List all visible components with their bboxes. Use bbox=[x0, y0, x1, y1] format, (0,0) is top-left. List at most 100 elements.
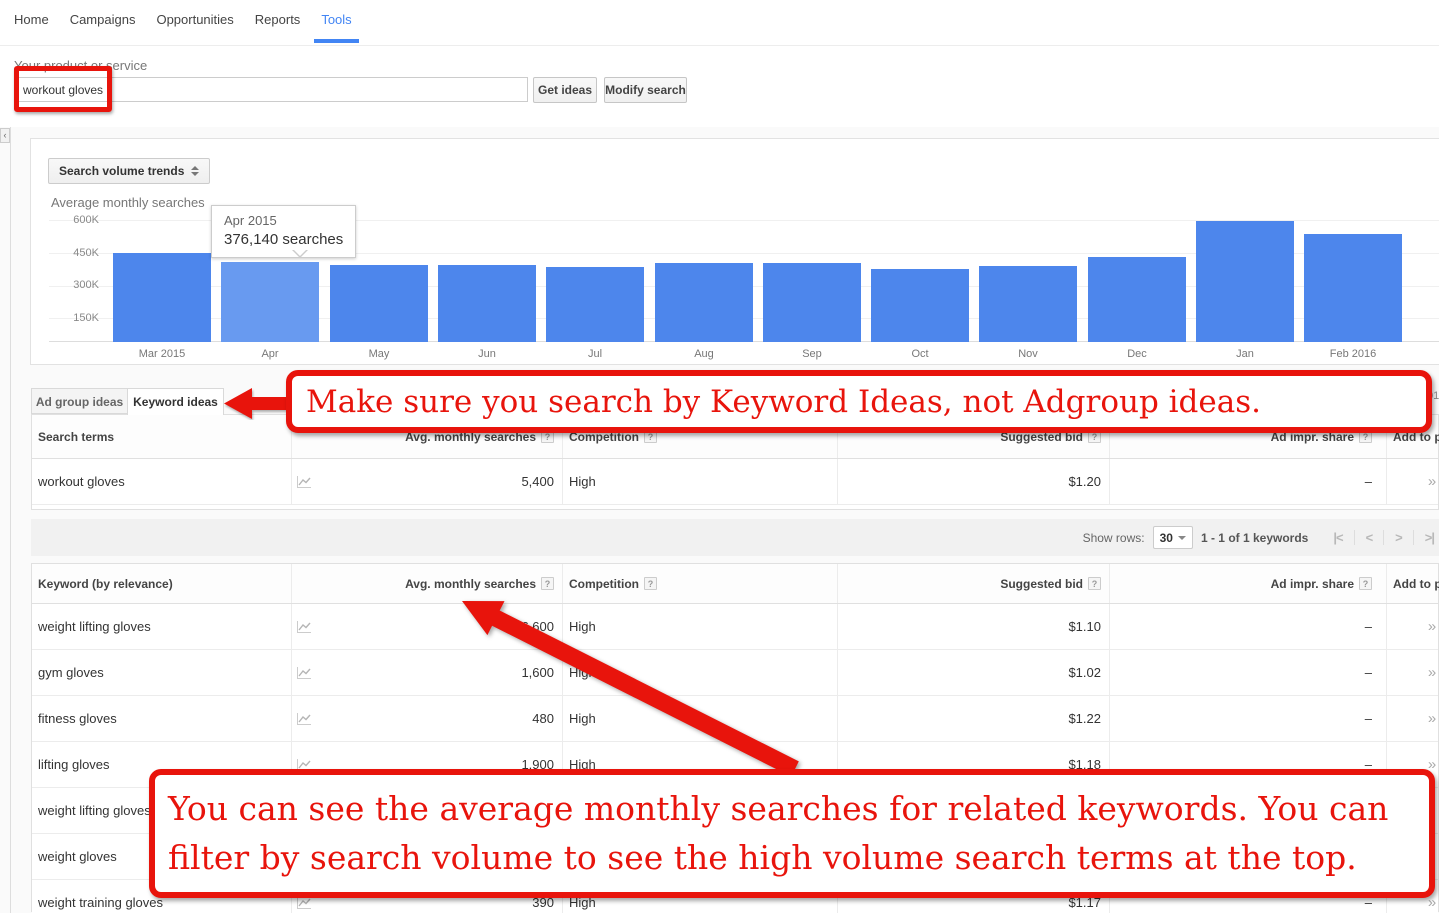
rows-per-page-value: 30 bbox=[1160, 531, 1173, 545]
get-ideas-button[interactable]: Get ideas bbox=[533, 77, 597, 103]
x-tick-label: Aug bbox=[655, 348, 753, 360]
nav-item-opportunities[interactable]: Opportunities bbox=[156, 12, 233, 45]
modify-search-button[interactable]: Modify search bbox=[604, 77, 687, 103]
tab-keyword-ideas[interactable]: Keyword ideas bbox=[127, 388, 224, 415]
pagination-range-text: 1 - 1 of 1 keywords bbox=[1201, 531, 1308, 545]
trends-dropdown[interactable]: Search volume trends bbox=[48, 158, 210, 184]
y-tick-label: 450K bbox=[47, 247, 99, 259]
add-to-plan-button[interactable]: » bbox=[1428, 618, 1436, 635]
pager-controls: |<<>>| bbox=[1322, 530, 1439, 545]
chart-bar[interactable] bbox=[1304, 234, 1402, 342]
panel-divider bbox=[10, 127, 11, 913]
trends-dropdown-label: Search volume trends bbox=[59, 164, 184, 178]
header-share-label: Ad impr. share bbox=[1271, 577, 1354, 591]
search-volume-panel: Search volume trends Average monthly sea… bbox=[30, 138, 1439, 365]
next-page-button[interactable]: > bbox=[1383, 530, 1413, 545]
chart-bar[interactable] bbox=[1196, 221, 1294, 342]
chart-tooltip: Apr 2015 376,140 searches bbox=[211, 205, 356, 258]
suggested-bid-cell: $1.02 bbox=[838, 650, 1110, 695]
add-to-plan-button[interactable]: » bbox=[1428, 894, 1436, 911]
header-bid-label: Suggested bid bbox=[1000, 577, 1083, 591]
x-tick-label: Dec bbox=[1088, 348, 1186, 360]
avg-searches-value: 5,400 bbox=[521, 474, 554, 489]
collapse-panel-icon[interactable]: ‹ bbox=[0, 128, 10, 143]
annotation-text-bottom-line2: filter by search volume to see the high … bbox=[168, 833, 1429, 882]
chart-bar[interactable] bbox=[546, 267, 644, 342]
y-tick-label: 150K bbox=[47, 312, 99, 324]
header-search-terms: Search terms bbox=[32, 415, 292, 458]
header-ad-impr-share: Ad impr. share ? bbox=[1110, 564, 1387, 603]
x-tick-label: Jul bbox=[546, 348, 644, 360]
annotation-text-bottom-line1: You can see the average monthly searches… bbox=[168, 784, 1429, 833]
keyword-search-input[interactable] bbox=[16, 77, 528, 102]
chart-bar[interactable] bbox=[655, 263, 753, 342]
chart-bar[interactable] bbox=[330, 265, 428, 342]
y-axis-ticks: 600K450K300K150K bbox=[47, 220, 99, 342]
add-to-plan-button[interactable]: » bbox=[1428, 473, 1436, 490]
product-service-label: Your product or service bbox=[14, 58, 147, 73]
keyword-cell: workout gloves bbox=[32, 459, 292, 504]
annotation-box-keyword-ideas: Make sure you search by Keyword Ideas, n… bbox=[286, 370, 1432, 433]
help-icon[interactable]: ? bbox=[1088, 577, 1101, 590]
header-competition-label: Competition bbox=[569, 577, 639, 591]
tooltip-value: 376,140 searches bbox=[224, 231, 343, 248]
x-tick-label: Jan bbox=[1196, 348, 1294, 360]
x-tick-label: May bbox=[330, 348, 428, 360]
chart-bar[interactable] bbox=[871, 269, 969, 342]
chart-bar[interactable] bbox=[1088, 257, 1186, 342]
nav-item-campaigns[interactable]: Campaigns bbox=[70, 12, 136, 45]
x-tick-label: Apr bbox=[221, 348, 319, 360]
chevron-down-icon bbox=[1178, 536, 1186, 540]
annotation-arrow-diagonal-icon bbox=[440, 592, 820, 782]
first-page-button[interactable]: |< bbox=[1322, 530, 1353, 545]
top-nav: Home Campaigns Opportunities Reports Too… bbox=[0, 0, 1439, 46]
annotation-text-top: Make sure you search by Keyword Ideas, n… bbox=[306, 384, 1261, 420]
header-keyword-by-relevance: Keyword (by relevance) bbox=[32, 564, 292, 603]
chart-bar[interactable] bbox=[438, 265, 536, 342]
annotation-box-avg-searches: You can see the average monthly searches… bbox=[149, 769, 1435, 898]
ad-impr-share-cell: – bbox=[1110, 696, 1387, 741]
x-tick-label: Oct bbox=[871, 348, 969, 360]
x-tick-label: Mar 2015 bbox=[113, 348, 211, 360]
tooltip-month: Apr 2015 bbox=[224, 213, 343, 228]
header-avg-label: Avg. monthly searches bbox=[405, 577, 536, 591]
keyword-cell: fitness gloves bbox=[32, 696, 292, 741]
avg-monthly-searches-cell: 5,400 bbox=[292, 459, 563, 504]
nav-item-tools[interactable]: Tools bbox=[321, 12, 351, 45]
keyword-cell: weight lifting gloves bbox=[32, 604, 292, 649]
chart-bar[interactable] bbox=[221, 262, 319, 342]
chart-bar[interactable] bbox=[979, 266, 1077, 342]
chart-bar[interactable] bbox=[763, 263, 861, 342]
competition-cell: High bbox=[563, 459, 838, 504]
chart-bar[interactable] bbox=[113, 253, 211, 342]
nav-item-reports[interactable]: Reports bbox=[255, 12, 301, 45]
last-page-button[interactable]: >| bbox=[1413, 530, 1439, 545]
search-terms-rows: workout gloves5,400High$1.20–» bbox=[32, 459, 1438, 505]
header-suggested-bid: Suggested bid ? bbox=[838, 564, 1110, 603]
prev-page-button[interactable]: < bbox=[1354, 530, 1384, 545]
nav-item-home[interactable]: Home bbox=[14, 12, 49, 45]
rows-per-page-dropdown[interactable]: 30 bbox=[1153, 526, 1193, 549]
add-to-plan-button[interactable]: » bbox=[1428, 710, 1436, 727]
x-tick-label: Feb 2016 bbox=[1304, 348, 1402, 360]
trend-chart-icon[interactable] bbox=[296, 620, 312, 634]
add-to-plan-button[interactable]: » bbox=[1428, 664, 1436, 681]
help-icon[interactable]: ? bbox=[644, 577, 657, 590]
ad-impr-share-cell: – bbox=[1110, 650, 1387, 695]
trend-chart-icon[interactable] bbox=[296, 896, 312, 910]
chart-axis-title: Average monthly searches bbox=[51, 195, 205, 210]
trend-chart-icon[interactable] bbox=[296, 712, 312, 726]
add-to-plan-cell: » bbox=[1387, 604, 1439, 649]
trend-chart-icon[interactable] bbox=[296, 475, 312, 489]
tooltip-pointer-fill bbox=[293, 249, 307, 256]
tab-ad-group-ideas[interactable]: Ad group ideas bbox=[31, 388, 128, 414]
trend-chart-icon[interactable] bbox=[296, 666, 312, 680]
x-tick-label: Jun bbox=[438, 348, 536, 360]
sort-arrows-icon bbox=[191, 166, 199, 176]
help-icon[interactable]: ? bbox=[541, 577, 554, 590]
help-icon[interactable]: ? bbox=[1359, 577, 1372, 590]
keyword-cell: gym gloves bbox=[32, 650, 292, 695]
add-to-plan-cell: » bbox=[1387, 459, 1439, 504]
suggested-bid-cell: $1.22 bbox=[838, 696, 1110, 741]
x-tick-label: Nov bbox=[979, 348, 1077, 360]
